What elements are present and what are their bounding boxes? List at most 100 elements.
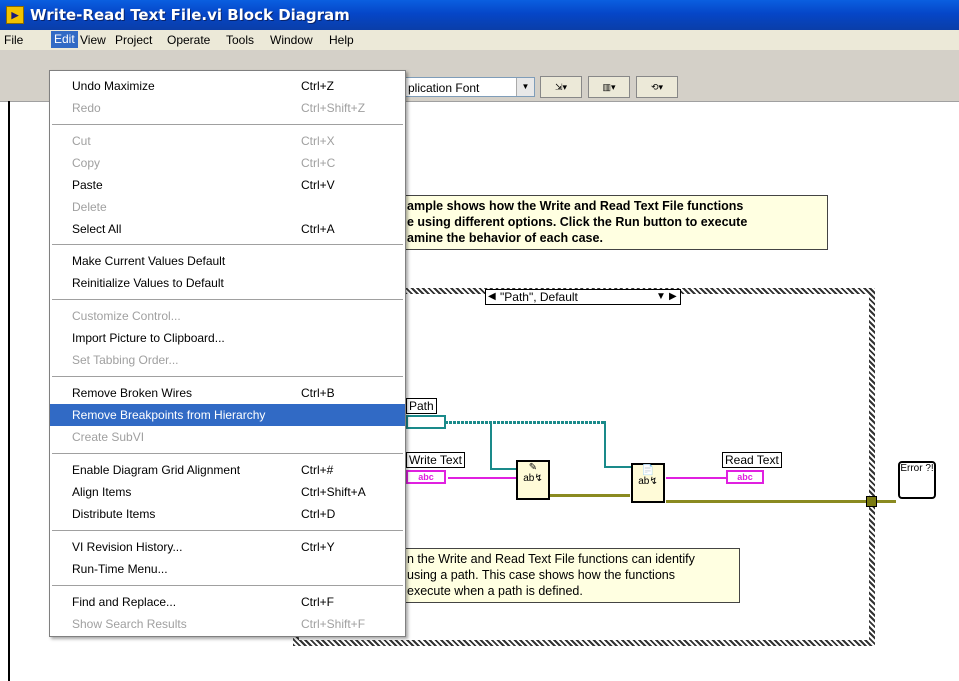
menu-item-label: Paste <box>72 178 103 192</box>
path-label: Path <box>406 398 437 414</box>
menu-item-redo: Redo Ctrl+Shift+Z <box>50 97 405 119</box>
menu-item-import-picture[interactable]: Import Picture to Clipboard... <box>50 327 405 349</box>
menu-item-label: Set Tabbing Order... <box>72 353 179 367</box>
menu-item-label: Redo <box>72 101 101 115</box>
menu-project[interactable]: Project <box>115 33 152 47</box>
menu-window[interactable]: Window <box>270 33 313 47</box>
tunnel[interactable] <box>866 496 877 507</box>
comment-line: execute when a path is defined. <box>407 584 583 598</box>
menu-item-undo-maximize[interactable]: Undo Maximize Ctrl+Z <box>50 75 405 97</box>
menu-item-run-time-menu[interactable]: Run-Time Menu... <box>50 558 405 580</box>
read-text-file-function-icon[interactable]: 📄 ab↯ <box>631 463 665 503</box>
read-text-label: Read Text <box>722 452 782 468</box>
menu-item-label: Show Search Results <box>72 617 187 631</box>
align-objects-button[interactable]: ⇲▾ <box>540 76 582 98</box>
menu-item-label: Find and Replace... <box>72 595 177 609</box>
menu-item-shortcut: Ctrl+Shift+F <box>301 617 366 631</box>
menu-item-label: Remove Broken Wires <box>72 386 193 400</box>
string-wire[interactable] <box>448 477 516 479</box>
menu-item-shortcut: Ctrl+V <box>301 178 335 192</box>
error-wire[interactable] <box>666 500 896 503</box>
path-wire[interactable] <box>604 466 632 468</box>
read-text-indicator[interactable]: abc <box>726 470 764 484</box>
font-selector-label: plication Font <box>408 81 480 95</box>
distribute-objects-button[interactable]: ▥▾ <box>588 76 630 98</box>
menu-item-cut: Cut Ctrl+X <box>50 130 405 152</box>
error-handler-icon[interactable]: Error ?! <box>898 461 936 499</box>
path-terminal[interactable] <box>406 415 446 429</box>
menu-item-customize-control: Customize Control... <box>50 305 405 327</box>
menu-item-label: Undo Maximize <box>72 79 155 93</box>
chevron-down-icon[interactable]: ▼ <box>516 78 534 96</box>
menu-item-set-tabbing-order: Set Tabbing Order... <box>50 349 405 371</box>
chevron-down-icon[interactable]: ▼ <box>656 291 666 302</box>
error-wire[interactable] <box>550 494 630 497</box>
menu-item-shortcut: Ctrl+D <box>301 507 336 521</box>
menu-item-label: Align Items <box>72 485 132 499</box>
menu-tools[interactable]: Tools <box>226 33 254 47</box>
comment-line: e using different options. Click the Run… <box>407 215 748 229</box>
menu-item-shortcut: Ctrl+A <box>301 222 335 236</box>
terminal-type: abc <box>737 472 753 482</box>
write-text-terminal[interactable]: abc <box>406 470 446 484</box>
menu-separator <box>52 585 403 586</box>
menu-operate[interactable]: Operate <box>167 33 210 47</box>
menu-item-shortcut: Ctrl+Y <box>301 540 335 554</box>
font-selector[interactable]: plication Font ▼ <box>395 77 535 97</box>
menu-item-label: VI Revision History... <box>72 540 183 554</box>
menu-item-enable-grid-alignment[interactable]: Enable Diagram Grid Alignment Ctrl+# <box>50 459 405 481</box>
menu-separator <box>52 244 403 245</box>
path-wire[interactable] <box>445 421 605 424</box>
menu-edit[interactable]: Edit <box>51 31 78 48</box>
menu-item-delete: Delete <box>50 196 405 218</box>
comment-line: amine the behavior of each case. <box>407 231 603 245</box>
menu-item-paste[interactable]: Paste Ctrl+V <box>50 174 405 196</box>
menu-item-reinitialize-values[interactable]: Reinitialize Values to Default <box>50 272 405 294</box>
menu-item-label: Customize Control... <box>72 309 181 323</box>
menu-item-find-and-replace[interactable]: Find and Replace... Ctrl+F <box>50 591 405 613</box>
menu-separator <box>52 376 403 377</box>
terminal-type: abc <box>418 472 434 482</box>
menu-item-label: Make Current Values Default <box>72 254 226 268</box>
title-bar: ▶ Write-Read Text File.vi Block Diagram <box>0 0 959 30</box>
menu-item-vi-revision-history[interactable]: VI Revision History... Ctrl+Y <box>50 536 405 558</box>
menu-item-create-subvi: Create SubVI <box>50 426 405 448</box>
menu-item-shortcut: Ctrl+X <box>301 134 335 148</box>
menu-file[interactable]: File <box>4 33 23 47</box>
menu-view[interactable]: View <box>80 33 106 47</box>
case-comment: n the Write and Read Text File functions… <box>400 548 740 603</box>
menu-item-distribute-items[interactable]: Distribute Items Ctrl+D <box>50 503 405 525</box>
menu-item-remove-broken-wires[interactable]: Remove Broken Wires Ctrl+B <box>50 382 405 404</box>
menu-item-shortcut: Ctrl+Z <box>301 79 334 93</box>
error-glyph: Error ?! <box>900 463 934 474</box>
path-wire[interactable] <box>604 421 606 467</box>
case-selector-label: "Path", Default <box>500 290 578 304</box>
string-wire[interactable] <box>666 477 728 479</box>
menu-item-align-items[interactable]: Align Items Ctrl+Shift+A <box>50 481 405 503</box>
menu-item-shortcut: Ctrl+Shift+A <box>301 485 366 499</box>
path-wire[interactable] <box>490 468 516 470</box>
menu-item-select-all[interactable]: Select All Ctrl+A <box>50 218 405 240</box>
path-wire[interactable] <box>490 421 492 469</box>
menu-item-label: Remove Breakpoints from Hierarchy <box>72 408 266 422</box>
menu-item-shortcut: Ctrl+B <box>301 386 335 400</box>
menu-item-make-current-values-default[interactable]: Make Current Values Default <box>50 250 405 272</box>
menu-bar: File Edit View Project Operate Tools Win… <box>0 30 959 51</box>
menu-item-show-search-results: Show Search Results Ctrl+Shift+F <box>50 613 405 635</box>
menu-help[interactable]: Help <box>329 33 354 47</box>
edit-menu-dropdown: Undo Maximize Ctrl+Z Redo Ctrl+Shift+Z Cut… <box>49 70 406 637</box>
write-text-file-function-icon[interactable]: ✎ ab↯ <box>516 460 550 500</box>
menu-item-shortcut: Ctrl+C <box>301 156 336 170</box>
decrement-arrow-icon[interactable]: ◀ <box>488 291 496 302</box>
labview-app-icon: ▶ <box>6 6 24 24</box>
menu-item-shortcut: Ctrl+Shift+Z <box>301 101 366 115</box>
comment-line: using a path. This case shows how the fu… <box>407 568 675 582</box>
reorder-button[interactable]: ⟲▾ <box>636 76 678 98</box>
window-title: Write-Read Text File.vi Block Diagram <box>30 6 350 24</box>
menu-item-shortcut: Ctrl+F <box>301 595 334 609</box>
increment-arrow-icon[interactable]: ▶ <box>669 291 677 302</box>
menu-item-label: Reinitialize Values to Default <box>72 276 224 290</box>
menu-item-label: Distribute Items <box>72 507 156 521</box>
menu-item-remove-breakpoints[interactable]: Remove Breakpoints from Hierarchy <box>50 404 405 426</box>
case-selector[interactable]: ◀ "Path", Default ▼ ▶ <box>485 289 681 305</box>
